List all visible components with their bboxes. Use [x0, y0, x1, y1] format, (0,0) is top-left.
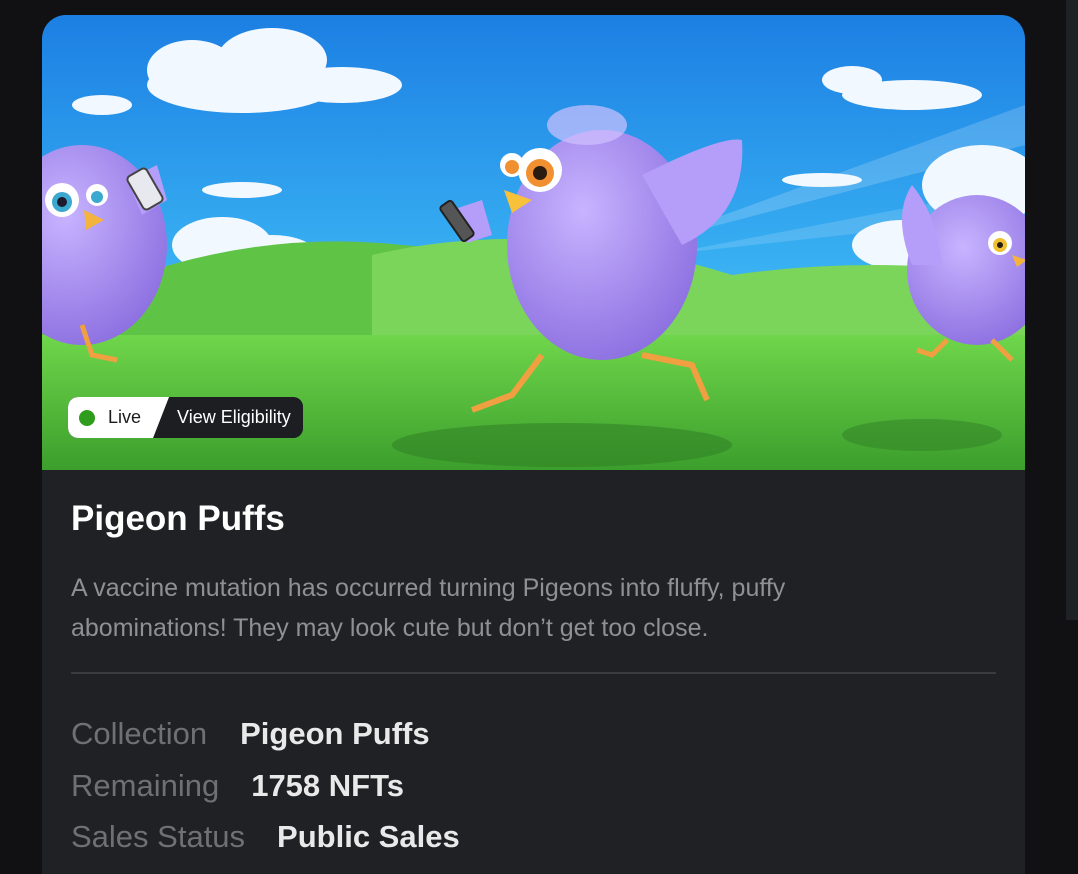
view-eligibility-button[interactable]: View Eligibility — [169, 397, 303, 438]
detail-label: Sales Status — [71, 819, 246, 854]
detail-row-remaining: Remaining 1758 NFTs — [71, 766, 404, 806]
detail-value: 1758 NFTs — [251, 768, 404, 803]
adjacent-card-edge — [1066, 0, 1078, 620]
nft-collection-card[interactable]: Live View Eligibility Pigeon Puffs A vac… — [42, 15, 1025, 874]
collection-title: Pigeon Puffs — [71, 499, 285, 538]
detail-value: Pigeon Puffs — [240, 716, 430, 751]
detail-value: Public Sales — [277, 819, 460, 854]
page: Live View Eligibility Pigeon Puffs A vac… — [0, 0, 1078, 874]
detail-row-sales-status: Sales Status Public Sales — [71, 817, 460, 857]
banner-image: Live View Eligibility — [42, 15, 1025, 470]
status-badge: Live View Eligibility — [68, 397, 303, 438]
divider — [71, 672, 996, 674]
detail-row-collection: Collection Pigeon Puffs — [71, 714, 430, 754]
live-label: Live — [108, 407, 142, 427]
collection-description: A vaccine mutation has occurred turning … — [71, 574, 786, 642]
live-status-pill: Live — [68, 397, 169, 438]
detail-label: Collection — [71, 716, 208, 751]
detail-label: Remaining — [71, 768, 220, 803]
live-dot-icon — [79, 410, 95, 426]
